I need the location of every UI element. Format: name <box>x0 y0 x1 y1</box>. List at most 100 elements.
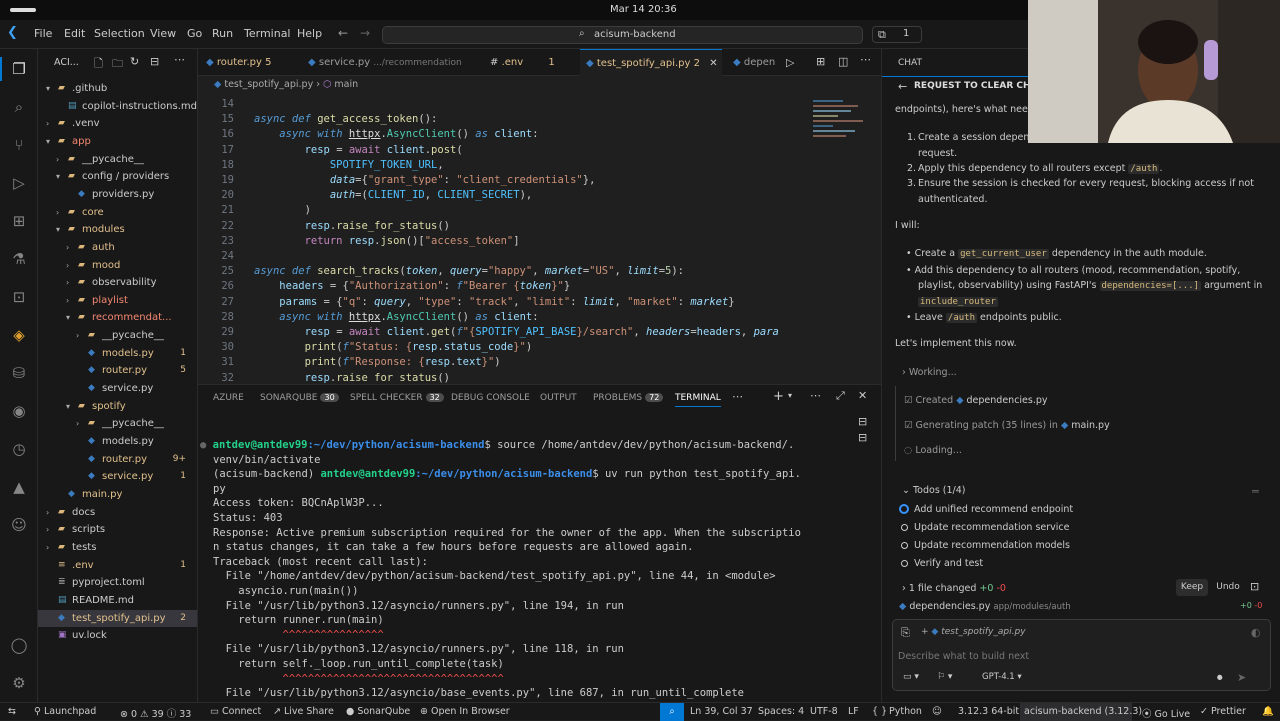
copilot-status-icon[interactable]: ☺ <box>932 706 942 717</box>
cursor-position[interactable]: Ln 39, Col 37 <box>690 706 753 717</box>
database-icon[interactable]: ⛁ <box>9 363 29 383</box>
live-share-button[interactable]: ↗ Live Share <box>273 706 334 717</box>
menu-view[interactable]: View <box>150 27 176 40</box>
tab-test-spotify-api[interactable]: ◆ test_spotify_api.py 2 ✕ <box>580 49 722 76</box>
chevron-right-icon[interactable]: › <box>56 204 59 221</box>
keep-button[interactable]: Keep <box>1176 579 1208 596</box>
tree-item[interactable]: ▾ ▰ app <box>38 133 197 150</box>
todo-item[interactable]: Update recommendation models <box>914 540 1070 551</box>
terminal-dropdown-icon[interactable]: ▾ <box>788 391 792 400</box>
chevron-right-icon[interactable]: › <box>66 239 69 256</box>
chevron-down-icon[interactable]: ▾ <box>46 133 50 150</box>
maximize-panel-icon[interactable]: ⤢ <box>836 389 845 403</box>
collapse-icon[interactable]: ═ <box>1252 485 1259 498</box>
chevron-down-icon[interactable]: ▾ <box>56 168 60 185</box>
voice-icon[interactable]: ◐ <box>1251 626 1261 639</box>
tree-item[interactable]: ◆ service.py 1 <box>38 468 197 485</box>
tree-item[interactable]: › ▰ scripts <box>38 521 197 538</box>
chat-toggle-button[interactable]: ⧉ 1 <box>872 26 922 43</box>
tree-item[interactable]: › ▰ mood <box>38 257 197 274</box>
chevron-right-icon[interactable]: › <box>46 539 49 556</box>
tools-icon[interactable]: ⚐ ▾ <box>937 672 952 682</box>
tree-item[interactable]: ▾ ▰ .github <box>38 80 197 97</box>
launchpad-button[interactable]: ⚲ Launchpad <box>34 706 96 717</box>
tree-item[interactable]: › ▰ __pycache__ <box>38 327 197 344</box>
tree-item[interactable]: › ▰ .venv <box>38 115 197 132</box>
panel-tab-output[interactable]: OUTPUT <box>540 393 577 403</box>
changed-file-row[interactable]: ◆ dependencies.py app/modules/auth <box>899 601 1071 612</box>
more-actions-icon[interactable]: ⋯ <box>810 389 821 402</box>
timeline-icon[interactable]: ◷ <box>9 439 29 459</box>
back-arrow-icon[interactable]: ← <box>338 26 348 40</box>
attach-icon[interactable]: ⎘ <box>901 626 910 640</box>
back-arrow-icon[interactable]: ← <box>898 80 907 93</box>
new-file-icon[interactable]: 🗋 <box>94 55 103 74</box>
chevron-right-icon[interactable]: › <box>46 521 49 538</box>
menu-terminal[interactable]: Terminal <box>244 27 291 40</box>
split-editor-icon[interactable]: ◫ <box>838 55 848 68</box>
tab-env[interactable]: # .env 1 <box>490 49 560 76</box>
command-center-search[interactable]: ⌕ acisum-backend <box>382 26 863 44</box>
chevron-right-icon[interactable]: › <box>66 292 69 309</box>
line-ending[interactable]: LF <box>848 706 859 717</box>
tree-item[interactable]: ◆ router.py 9+ <box>38 451 197 468</box>
tree-item[interactable]: ▤ README.md <box>38 592 197 609</box>
tree-item[interactable]: ◆ models.py 1 <box>38 345 197 362</box>
indentation[interactable]: Spaces: 4 <box>758 706 804 717</box>
prettier-button[interactable]: ✓ Prettier <box>1200 706 1246 717</box>
copilot-icon[interactable]: ☺ <box>9 515 29 535</box>
braces-icon[interactable]: { } <box>872 706 887 717</box>
attached-file[interactable]: + ◆ test_spotify_api.py <box>921 627 1026 637</box>
connect-button[interactable]: ▭ Connect <box>210 706 261 717</box>
menu-run[interactable]: Run <box>212 27 233 40</box>
account-icon[interactable]: ◯ <box>9 635 29 655</box>
tab-router[interactable]: ◆ router.py 5 <box>206 49 302 76</box>
tree-item[interactable]: ◆ providers.py <box>38 186 197 203</box>
chevron-right-icon[interactable]: › <box>66 274 69 291</box>
undo-button[interactable]: Undo <box>1212 579 1244 596</box>
tree-item[interactable]: ◆ service.py <box>38 380 197 397</box>
tree-item[interactable]: ◆ main.py <box>38 486 197 503</box>
close-panel-icon[interactable]: ✕ <box>858 389 867 402</box>
tree-item[interactable]: ▾ ▰ spotify <box>38 398 197 415</box>
chevron-right-icon[interactable]: › <box>56 151 59 168</box>
tree-item[interactable]: ▤ copilot-instructions.md <box>38 98 197 115</box>
menu-help[interactable]: Help <box>297 27 322 40</box>
tree-item[interactable]: › ▰ docs <box>38 504 197 521</box>
files-changed-summary[interactable]: › 1 file changed +0 -0 <box>902 583 1006 594</box>
code-area[interactable]: 14 15 async def get_access_token(): 16 as… <box>198 97 881 384</box>
chevron-right-icon[interactable]: › <box>46 504 49 521</box>
menu-go[interactable]: Go <box>187 27 202 40</box>
explorer-icon[interactable]: ❐ <box>9 59 29 79</box>
tab-dependencies[interactable]: ◆ depen <box>733 49 783 76</box>
tree-item[interactable]: ▾ ▰ config / providers <box>38 168 197 185</box>
panel-tab-debug-console[interactable]: DEBUG CONSOLE <box>451 393 530 403</box>
encoding[interactable]: UTF-8 <box>810 706 838 717</box>
menu-selection[interactable]: Selection <box>94 27 145 40</box>
tab-service[interactable]: ◆ service.py .../recommendation <box>308 49 478 76</box>
chevron-right-icon[interactable]: › <box>76 327 79 344</box>
run-debug-icon[interactable]: ▷ <box>9 173 29 193</box>
terminal[interactable]: ● antdev@antdev99:~/dev/python/acisum-ba… <box>198 414 843 702</box>
terminal-instance-icon[interactable]: ⊟ <box>858 431 867 444</box>
new-terminal-icon[interactable]: + <box>773 389 784 404</box>
terminal-instance-icon[interactable]: ⊟ <box>858 415 867 428</box>
panel-tab-azure[interactable]: AZURE <box>213 393 244 403</box>
notifications-icon[interactable]: 🔔 <box>1262 706 1274 717</box>
go-live-button[interactable]: ⦿ Go Live <box>1142 706 1190 720</box>
breadcrumb-symbol[interactable]: main <box>334 79 358 90</box>
tree-item[interactable]: ▾ ▰ recommendat... <box>38 309 197 326</box>
tree-item[interactable]: ◆ models.py <box>38 433 197 450</box>
menu-edit[interactable]: Edit <box>64 27 85 40</box>
github-icon[interactable]: ◉ <box>9 401 29 421</box>
agent-mode-icon[interactable]: ▭ ▾ <box>903 672 919 682</box>
minimap[interactable] <box>813 97 868 167</box>
more-tabs-icon[interactable]: ⋯ <box>732 390 743 403</box>
remote-icon[interactable]: ⇆ <box>8 706 16 717</box>
chevron-down-icon[interactable]: ▾ <box>56 221 60 238</box>
azure-icon[interactable]: ▲ <box>9 477 29 497</box>
chevron-down-icon[interactable]: ▾ <box>66 398 70 415</box>
chat-input[interactable]: Describe what to build next <box>898 651 1029 662</box>
chevron-down-icon[interactable]: ▾ <box>66 309 70 326</box>
chevron-right-icon[interactable]: › <box>46 115 49 132</box>
